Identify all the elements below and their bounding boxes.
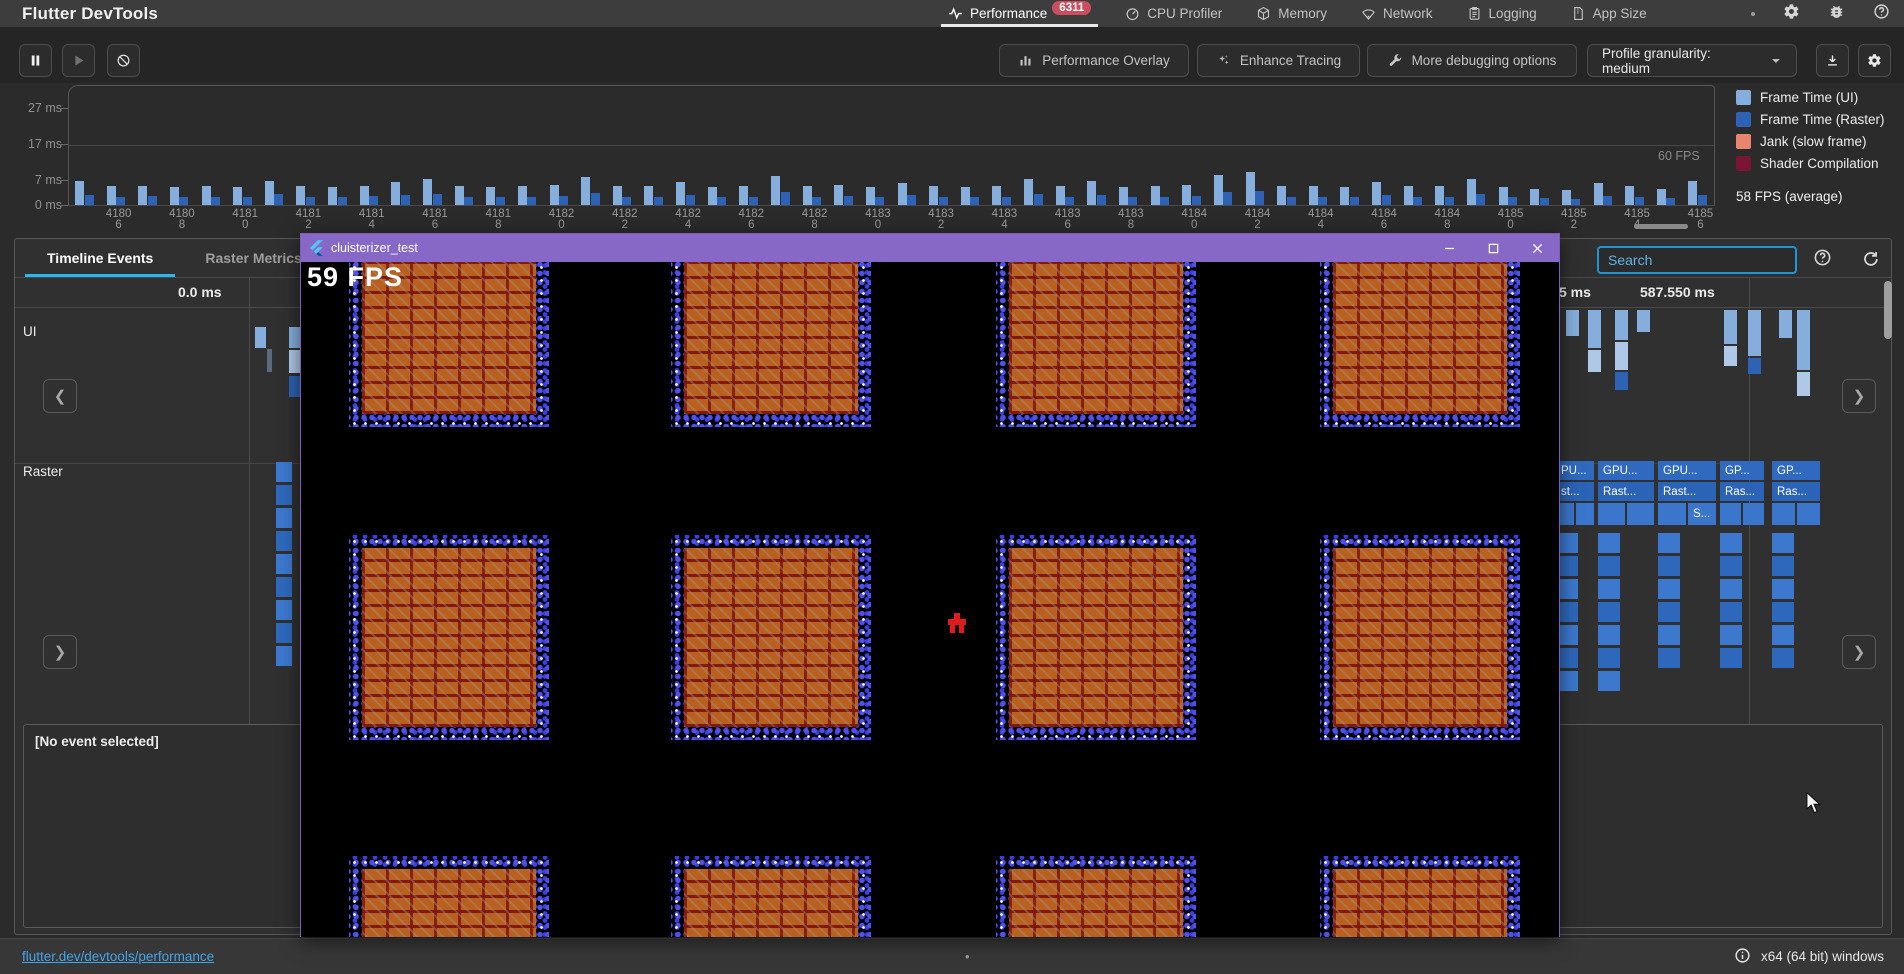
raster-track-prev-button[interactable]: ❯​ — [43, 635, 77, 669]
network-icon — [1361, 6, 1376, 21]
status-indicator-dot — [1751, 12, 1755, 16]
brick-tile — [671, 262, 871, 427]
tab-memory[interactable]: Memory — [1243, 0, 1340, 27]
profile-granularity-dropdown[interactable]: Profile granularity: medium — [1587, 44, 1797, 77]
performance-overlay-button[interactable]: Performance Overlay — [999, 44, 1189, 77]
search-input[interactable] — [1597, 246, 1797, 274]
tab-logging[interactable]: Logging — [1454, 0, 1550, 27]
game-window-titlebar[interactable]: cluisterizer_test — [301, 234, 1559, 262]
app-tabs: Performance6311 CPU Profiler Memory Network… — [935, 0, 1660, 27]
download-icon — [1825, 53, 1840, 68]
legend-item: Jank (slow frame) — [1736, 130, 1885, 152]
enhance-tracing-button[interactable]: Enhance Tracing — [1197, 44, 1360, 77]
pulse-icon — [948, 6, 963, 21]
chart-legend: Frame Time (UI) Frame Time (Raster) Jank… — [1736, 86, 1885, 174]
game-fps-counter: 59 FPS — [307, 262, 403, 293]
logging-icon — [1467, 6, 1482, 21]
app-bar-actions — [1751, 0, 1890, 27]
minimize-button[interactable] — [1427, 234, 1471, 262]
pause-button[interactable] — [19, 44, 52, 77]
brick-tile — [349, 856, 549, 937]
legend-item: Frame Time (Raster) — [1736, 108, 1885, 130]
chevron-down-icon — [1770, 55, 1782, 67]
performance-settings-button[interactable] — [1858, 44, 1891, 77]
mouse-cursor — [1806, 792, 1821, 819]
settings-icon[interactable] — [1783, 3, 1800, 25]
ui-track-prev-button[interactable]: ❮ — [43, 379, 77, 413]
tab-cpu-profiler[interactable]: CPU Profiler — [1112, 0, 1235, 27]
brick-tile — [996, 535, 1196, 740]
bug-report-icon[interactable] — [1828, 3, 1845, 25]
average-fps-label: 58 FPS (average) — [1736, 189, 1843, 204]
gauge-icon — [1125, 6, 1140, 21]
chart-scrollbar[interactable] — [1634, 224, 1688, 229]
more-debugging-options-button[interactable]: More debugging options — [1367, 44, 1577, 77]
sparkle-icon — [1216, 53, 1231, 68]
package-icon — [1256, 6, 1271, 21]
frame-bars-plot[interactable] — [69, 85, 1714, 205]
toolbar: Performance Overlay Enhance Tracing More… — [0, 27, 1904, 83]
tab-performance[interactable]: Performance6311 — [935, 0, 1104, 27]
brick-tile — [1320, 262, 1520, 427]
ruler-start-label: 0.0 ms — [178, 284, 222, 300]
game-character-sprite — [946, 613, 968, 635]
tab-timeline-events[interactable]: Timeline Events — [21, 239, 179, 277]
brick-tile — [996, 856, 1196, 937]
gear-icon — [1867, 53, 1882, 68]
tab-network[interactable]: Network — [1348, 0, 1446, 27]
brick-tile — [671, 856, 871, 937]
status-separator-dot: • — [965, 949, 970, 964]
brick-tile — [996, 262, 1196, 427]
bar-chart-icon — [1018, 53, 1033, 68]
ui-track-next-button[interactable]: ❯ — [1842, 379, 1876, 413]
refresh-icon[interactable] — [1861, 248, 1880, 272]
app-bar: Flutter DevTools Performance6311 CPU Prof… — [0, 0, 1904, 27]
platform-label: x64 (64 bit) windows — [1761, 949, 1884, 964]
tab-app-size[interactable]: App Size — [1558, 0, 1660, 27]
raster-track-next-button[interactable]: ❯ — [1842, 635, 1876, 669]
maximize-button[interactable] — [1471, 234, 1515, 262]
track-label-raster: Raster — [23, 464, 63, 479]
resume-button[interactable] — [62, 44, 95, 77]
timeline-help-icon[interactable] — [1813, 248, 1832, 272]
devtools-docs-link[interactable]: flutter.dev/devtools/performance — [22, 949, 214, 964]
help-icon[interactable] — [1873, 3, 1890, 25]
brick-tile — [1320, 535, 1520, 740]
status-bar: flutter.dev/devtools/performance • x64 (… — [0, 938, 1904, 974]
close-button[interactable] — [1515, 234, 1559, 262]
screen: Flutter DevTools Performance6311 CPU Prof… — [0, 0, 1904, 974]
game-viewport[interactable]: 59 FPS — [301, 262, 1559, 937]
chart-x-axis: 4180641808418104181241814418164181841820… — [69, 207, 1714, 233]
export-button[interactable] — [1816, 44, 1849, 77]
ruler-partial-label: 5 ms — [1559, 284, 1591, 300]
tab-badge: 6311 — [1052, 1, 1091, 15]
clear-button[interactable] — [107, 44, 140, 77]
brick-tile — [1320, 856, 1520, 937]
app-title: Flutter DevTools — [22, 4, 158, 24]
panel-scrollbar[interactable] — [1884, 281, 1892, 339]
wrench-icon — [1388, 53, 1403, 68]
game-window[interactable]: cluisterizer_test 59 FPS — [300, 233, 1560, 937]
file-zip-icon — [1571, 6, 1586, 21]
flutter-logo-icon — [310, 240, 323, 256]
info-icon[interactable] — [1734, 947, 1751, 967]
timeline-tab-bar: Timeline Events Raster Metrics — [21, 239, 328, 277]
track-label-ui: UI — [23, 324, 37, 339]
legend-item: Shader Compilation — [1736, 152, 1885, 174]
brick-tile — [671, 535, 871, 740]
legend-item: Frame Time (UI) — [1736, 86, 1885, 108]
ruler-end-label: 587.550 ms — [1640, 284, 1715, 300]
brick-tile — [349, 535, 549, 740]
game-window-title: cluisterizer_test — [331, 241, 418, 255]
